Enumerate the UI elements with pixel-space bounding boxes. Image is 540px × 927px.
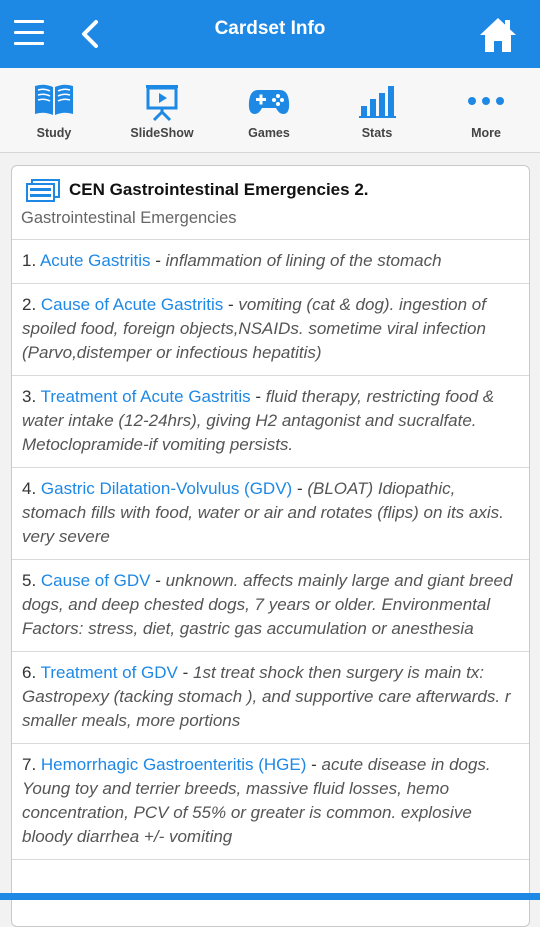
card-term[interactable]: Treatment of GDV [41, 663, 178, 682]
card-item[interactable]: 6. Treatment of GDV - 1st treat shock th… [12, 652, 529, 744]
cardset-panel: CEN Gastrointestinal Emergencies 2. Gast… [11, 165, 530, 927]
slideshow-button[interactable]: SlideShow [112, 68, 212, 152]
games-label: Games [248, 126, 290, 140]
card-term[interactable]: Hemorrhagic Gastroenteritis (HGE) [41, 755, 306, 774]
cardset-title: CEN Gastrointestinal Emergencies 2. [69, 180, 369, 199]
card-deck-icon [26, 179, 60, 208]
card-number: 2. [22, 295, 41, 314]
card-number: 5. [22, 571, 41, 590]
card-separator: - [150, 571, 166, 590]
card-separator: - [223, 295, 239, 314]
card-separator: - [150, 251, 166, 270]
card-item[interactable]: 5. Cause of GDV - unknown. affects mainl… [12, 560, 529, 652]
card-separator: - [306, 755, 322, 774]
slideshow-icon [112, 82, 212, 122]
card-term[interactable]: Treatment of Acute Gastritis [41, 387, 251, 406]
more-dots-icon [436, 82, 536, 120]
study-button[interactable]: Study [4, 68, 104, 152]
stats-label: Stats [361, 126, 393, 140]
card-term[interactable]: Cause of GDV [41, 571, 151, 590]
top-app-bar: Cardset Info [0, 0, 540, 68]
more-button[interactable]: More [436, 68, 536, 152]
book-icon [4, 82, 104, 120]
gamepad-icon [219, 82, 319, 120]
card-item[interactable]: 1. Acute Gastritis - inflammation of lin… [12, 240, 529, 284]
card-item[interactable]: 3. Treatment of Acute Gastritis - fluid … [12, 376, 529, 468]
cardset-subtitle: Gastrointestinal Emergencies [21, 209, 237, 227]
stats-button[interactable]: Stats [327, 68, 427, 152]
card-separator: - [292, 479, 308, 498]
card-number: 3. [22, 387, 41, 406]
games-button[interactable]: Games [219, 68, 319, 152]
card-number: 7. [22, 755, 41, 774]
card-term[interactable]: Gastric Dilatation-Volvulus (GDV) [41, 479, 292, 498]
card-separator: - [250, 387, 266, 406]
card-item[interactable]: 2. Cause of Acute Gastritis - vomiting (… [12, 284, 529, 376]
toolbar: Study SlideShow Games Stats More [0, 68, 540, 153]
card-number: 4. [22, 479, 41, 498]
home-icon[interactable] [478, 16, 518, 54]
page-title: Cardset Info [214, 18, 326, 39]
study-label: Study [36, 126, 72, 140]
card-number: 6. [22, 663, 41, 682]
card-definition: inflammation of lining of the stomach [165, 251, 442, 270]
card-item[interactable]: 4. Gastric Dilatation-Volvulus (GDV) - (… [12, 468, 529, 560]
bar-chart-icon [327, 82, 427, 120]
card-number: 1. [22, 251, 40, 270]
slideshow-label: SlideShow [130, 126, 194, 140]
bottom-bar [0, 893, 540, 900]
cardset-header: CEN Gastrointestinal Emergencies 2. Gast… [12, 166, 529, 240]
card-separator: - [177, 663, 194, 682]
more-label: More [471, 126, 501, 140]
card-item[interactable]: 7. Hemorrhagic Gastroenteritis (HGE) - a… [12, 744, 529, 860]
card-term[interactable]: Cause of Acute Gastritis [41, 295, 223, 314]
card-term[interactable]: Acute Gastritis [40, 251, 151, 270]
